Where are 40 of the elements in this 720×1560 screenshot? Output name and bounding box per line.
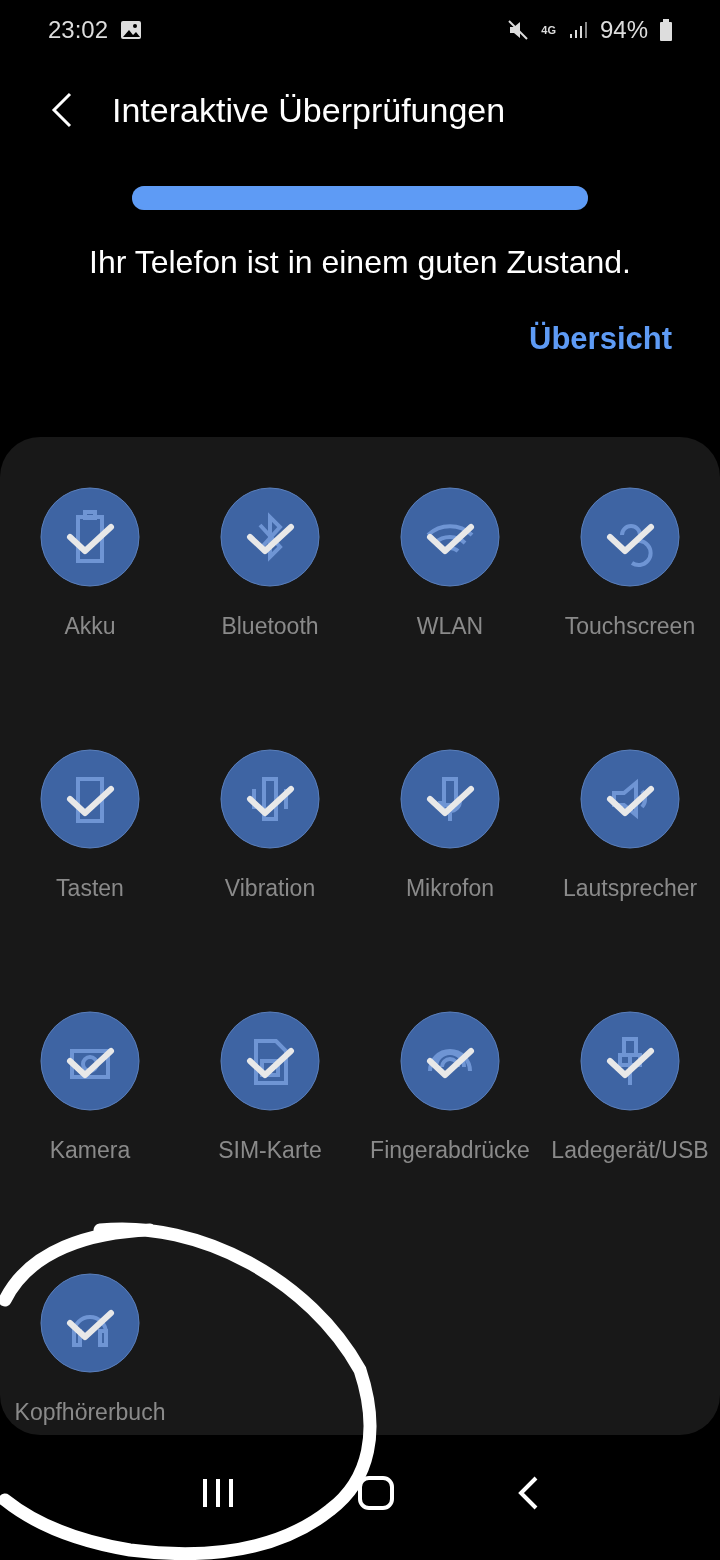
battery-percent: 94%	[599, 16, 648, 44]
check-label: Akku	[64, 613, 116, 640]
battery-icon	[660, 19, 672, 41]
check-label: Lautsprecher	[562, 875, 698, 902]
signal-icon	[567, 20, 588, 40]
overview-link[interactable]: Übersicht	[529, 321, 672, 357]
check-result-icon[interactable]	[580, 749, 680, 849]
check-label: Ladegerät/USB	[551, 1137, 709, 1164]
check-result-icon[interactable]	[40, 487, 140, 587]
home-icon[interactable]	[358, 1475, 394, 1510]
image-icon	[120, 20, 143, 40]
check-label: Fingerabdrücke	[370, 1137, 530, 1164]
check-result-icon[interactable]	[220, 487, 320, 587]
recent-apps-icon[interactable]	[201, 1476, 236, 1509]
clock: 23:02	[48, 16, 109, 44]
status-message: Ihr Telefon ist in einem guten Zustand.	[88, 244, 632, 281]
check-result-icon[interactable]	[400, 1011, 500, 1111]
check-result-icon[interactable]	[40, 749, 140, 849]
check-result-icon[interactable]	[40, 1011, 140, 1111]
check-label: Bluetooth	[221, 613, 319, 640]
back-icon[interactable]	[50, 92, 74, 128]
check-label: Vibration	[224, 875, 316, 902]
check-label: Kamera	[49, 1137, 131, 1164]
check-label: Mikrofon	[405, 875, 495, 902]
page-title: Interaktive Überprüfungen	[112, 90, 506, 130]
network-type: 4G	[541, 24, 556, 36]
mute-icon	[507, 19, 530, 41]
back-icon[interactable]	[516, 1475, 539, 1510]
check-result-icon[interactable]	[400, 487, 500, 587]
check-result-icon[interactable]	[580, 487, 680, 587]
check-label: WLAN	[416, 613, 484, 640]
check-result-icon[interactable]	[40, 1273, 140, 1373]
check-result-icon[interactable]	[220, 1011, 320, 1111]
check-label: Tasten	[56, 875, 124, 902]
check-result-icon[interactable]	[400, 749, 500, 849]
check-result-icon[interactable]	[220, 749, 320, 849]
check-label: SIM-Karte	[218, 1137, 322, 1164]
check-label: Kopfhörerbuch	[14, 1399, 166, 1426]
check-label: Touchscreen	[564, 613, 696, 640]
check-result-icon[interactable]	[580, 1011, 680, 1111]
